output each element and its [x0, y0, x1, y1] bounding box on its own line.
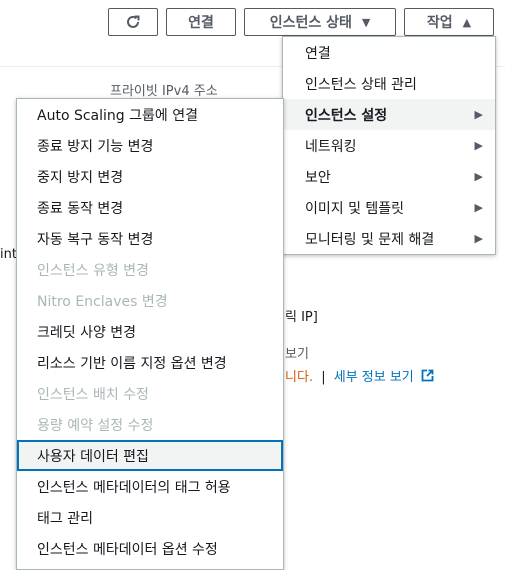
refresh-button[interactable] [108, 8, 158, 36]
partial-message: 니다. [285, 370, 314, 385]
submenu-item-resource-naming[interactable]: 리소스 기반 이름 지정 옵션 변경 [17, 347, 283, 378]
actions-label: 작업 [426, 15, 453, 31]
actions-menu: 연결 인스턴스 상태 관리 인스턴스 설정 ▶ 네트워킹 ▶ 보안 ▶ 이미지 … [282, 36, 496, 255]
submenu-item-metadata-options[interactable]: 인스턴스 메타데이터 옵션 수정 [17, 533, 283, 564]
submenu-item-termination-protection[interactable]: 종료 방지 기능 변경 [17, 130, 283, 161]
menu-item-images-templates[interactable]: 이미지 및 템플릿 ▶ [283, 192, 495, 223]
submenu-item-manage-tags[interactable]: 태그 관리 [17, 502, 283, 533]
submenu-item-metadata-tags[interactable]: 인스턴스 메타데이터의 태그 허용 [17, 471, 283, 502]
partial-left-text: int [0, 247, 17, 262]
menu-item-networking[interactable]: 네트워킹 ▶ [283, 130, 495, 161]
submenu-item-edit-user-data[interactable]: 사용자 데이터 편집 [17, 440, 283, 471]
private-ipv4-label: 프라이빗 IPv4 주소 [110, 84, 218, 99]
submenu-item-capacity-reservation: 용량 예약 설정 수정 [37, 417, 154, 434]
caret-down-icon: ▼ [361, 15, 371, 29]
separator: | [321, 370, 326, 385]
submenu-item-credit-specification[interactable]: 크레딧 사양 변경 [17, 316, 283, 347]
instance-state-label: 인스턴스 상태 [269, 15, 352, 31]
connect-button[interactable]: 연결 [166, 8, 236, 36]
partial-message-row: 니다. | 세부 정보 보기 [285, 366, 434, 385]
menu-item-security[interactable]: 보안 ▶ [283, 161, 495, 192]
submenu-item-nitro-enclaves: Nitro Enclaves 변경 [37, 293, 168, 310]
submenu-item-stop-protection[interactable]: 중지 방지 변경 [17, 161, 283, 192]
details-link[interactable]: 세부 정보 보기 [334, 370, 414, 385]
submenu-arrow-icon: ▶ [474, 232, 483, 245]
menu-item-connect[interactable]: 연결 [283, 37, 495, 68]
menu-item-manage-instance-state[interactable]: 인스턴스 상태 관리 [283, 68, 495, 99]
submenu-arrow-icon: ▶ [474, 201, 483, 214]
refresh-icon [127, 15, 140, 28]
external-link-icon [421, 369, 434, 382]
submenu-arrow-icon: ▶ [474, 170, 483, 183]
actions-button[interactable]: 작업 ▲ [404, 8, 494, 36]
submenu-arrow-icon: ▶ [474, 108, 483, 121]
submenu-item-shutdown-behavior[interactable]: 종료 동작 변경 [17, 192, 283, 223]
caret-up-icon: ▲ [462, 15, 472, 29]
menu-item-instance-settings[interactable]: 인스턴스 설정 ▶ [283, 99, 495, 130]
menu-item-monitor-troubleshoot[interactable]: 모니터링 및 문제 해결 ▶ [283, 223, 495, 254]
instance-state-button[interactable]: 인스턴스 상태 ▼ [244, 8, 396, 36]
submenu-item-change-instance-type: 인스턴스 유형 변경 [37, 262, 149, 279]
partial-ip-text: 릭 IP] [285, 310, 318, 325]
connect-label: 연결 [188, 15, 214, 31]
submenu-item-modify-placement: 인스턴스 배치 수정 [37, 386, 149, 403]
submenu-item-attach-asg[interactable]: Auto Scaling 그룹에 연결 [17, 99, 283, 130]
submenu-arrow-icon: ▶ [474, 139, 483, 152]
submenu-item-auto-recovery[interactable]: 자동 복구 동작 변경 [17, 223, 283, 254]
partial-view-text: 보기 [285, 347, 309, 362]
instance-settings-submenu: Auto Scaling 그룹에 연결 종료 방지 기능 변경 중지 방지 변경… [16, 98, 284, 570]
